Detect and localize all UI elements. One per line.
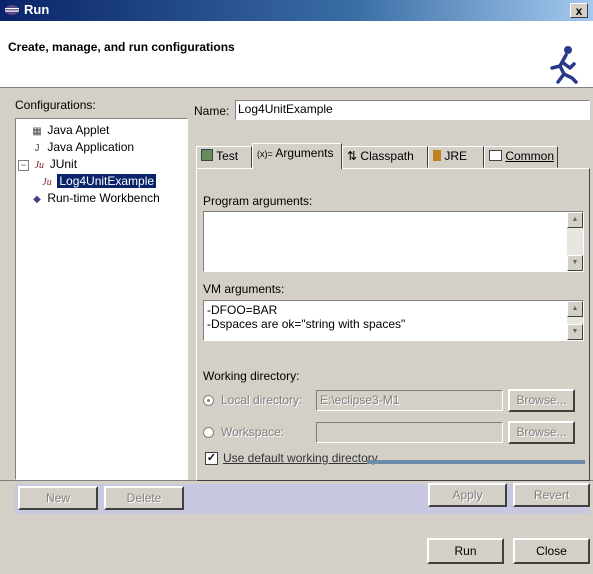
arguments-icon: (x)=	[257, 149, 273, 159]
name-label: Name:	[194, 104, 230, 118]
run-button[interactable]: Run	[427, 538, 504, 564]
browse-workspace-button[interactable]: Browse...	[508, 421, 575, 444]
vm-argument-line: -DFOO=BAR	[207, 303, 278, 317]
local-directory-field[interactable]: E:\eclipse3-M1	[316, 390, 503, 411]
tree-item-label: JUnit	[49, 157, 78, 171]
tree-item-java-applet[interactable]: ▦ Java Applet	[30, 123, 109, 137]
name-field[interactable]: Log4UnitExample	[235, 100, 590, 120]
divider	[367, 460, 585, 464]
workspace-radio[interactable]	[203, 427, 214, 438]
vm-argument-line: -Dspaces are ok="string with spaces"	[207, 317, 406, 331]
tab-common[interactable]: Common	[484, 146, 558, 168]
scroll-down-icon[interactable]: ▼	[567, 324, 583, 340]
jre-icon	[433, 150, 441, 161]
running-man-icon	[550, 46, 578, 84]
close-icon[interactable]: x	[570, 3, 588, 18]
applet-icon: ▦	[32, 126, 42, 137]
workbench-icon: ◆	[33, 194, 41, 205]
new-button[interactable]: New	[18, 486, 98, 510]
junit-icon: Ju	[42, 177, 52, 188]
classpath-icon: ⇅	[347, 149, 358, 163]
tree-item-java-application[interactable]: J Java Application	[30, 140, 135, 154]
default-directory-checkbox[interactable]: ✓	[205, 452, 218, 465]
program-arguments-field[interactable]	[203, 211, 584, 272]
collapse-icon[interactable]: −	[18, 160, 29, 171]
tab-jre[interactable]: JRE	[428, 146, 484, 168]
scrollbar[interactable]: ▲ ▼	[567, 301, 583, 340]
java-app-icon: J	[34, 143, 40, 154]
common-icon	[489, 150, 502, 161]
eclipse-icon	[5, 5, 19, 15]
browse-local-button[interactable]: Browse...	[508, 389, 575, 412]
workspace-label: Workspace:	[221, 425, 285, 439]
scroll-down-icon[interactable]: ▼	[567, 255, 583, 271]
tree-item-label: Java Applet	[47, 123, 110, 137]
scroll-up-icon[interactable]: ▲	[567, 301, 583, 317]
tree-item-label: Java Application	[47, 140, 135, 154]
tab-classpath[interactable]: ⇅ Classpath	[342, 146, 428, 168]
delete-button[interactable]: Delete	[104, 486, 184, 510]
title-bar: Run x	[0, 0, 593, 21]
configurations-tree[interactable]: ▦ Java Applet J Java Application − Ju JU…	[15, 118, 188, 480]
window-title: Run	[24, 2, 50, 17]
tab-test[interactable]: Test	[196, 146, 252, 168]
tree-item-junit[interactable]: − Ju JUnit	[18, 157, 77, 171]
arguments-panel: Program arguments: ▲ ▼ VM arguments: -DF…	[196, 168, 590, 481]
configurations-label: Configurations:	[15, 98, 96, 112]
tree-item-log4unitexample[interactable]: Ju Log4UnitExample	[40, 174, 157, 188]
tab-arguments[interactable]: (x)= Arguments	[252, 143, 342, 169]
tree-item-runtime-workbench[interactable]: ◆ Run-time Workbench	[30, 191, 160, 205]
local-directory-radio[interactable]	[203, 395, 214, 406]
local-directory-label: Local directory:	[221, 393, 303, 407]
tree-item-label: Log4UnitExample	[57, 174, 157, 188]
banner-text: Create, manage, and run configurations	[8, 40, 235, 54]
vm-arguments-field[interactable]: -DFOO=BAR -Dspaces are ok="string with s…	[203, 300, 584, 341]
apply-button[interactable]: Apply	[428, 483, 507, 507]
working-directory-label: Working directory:	[203, 369, 300, 383]
close-button[interactable]: Close	[513, 538, 590, 564]
workspace-field[interactable]	[316, 422, 503, 443]
scrollbar[interactable]: ▲ ▼	[567, 212, 583, 271]
program-arguments-label: Program arguments:	[203, 194, 313, 208]
default-directory-label: Use default working directory	[223, 451, 378, 465]
test-icon	[201, 149, 213, 161]
junit-icon: Ju	[34, 160, 45, 171]
tree-item-label: Run-time Workbench	[47, 191, 160, 205]
revert-button[interactable]: Revert	[513, 483, 590, 507]
header-banner: Create, manage, and run configurations	[0, 21, 593, 88]
vm-arguments-label: VM arguments:	[203, 282, 285, 296]
scroll-up-icon[interactable]: ▲	[567, 212, 583, 228]
